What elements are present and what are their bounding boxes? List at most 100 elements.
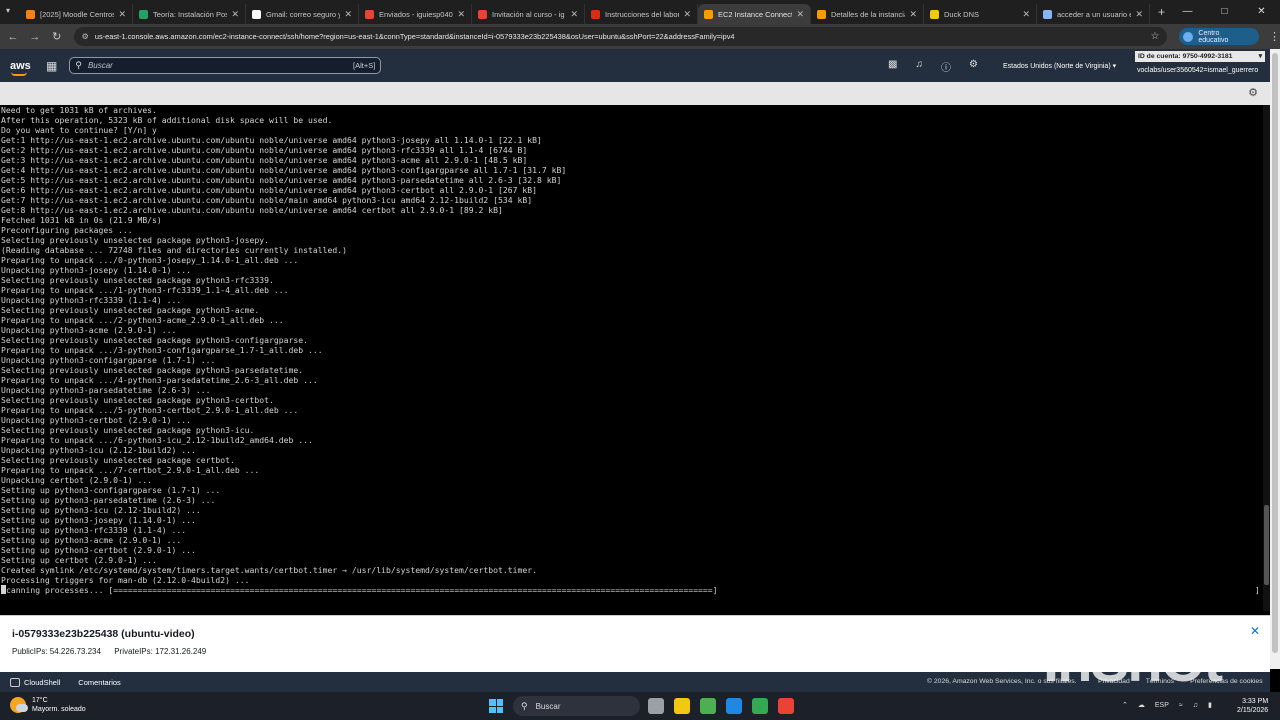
tab-close-icon[interactable]: ✕ [796,9,804,20]
account-id-badge[interactable]: ID de cuenta: 9750-4992-3181 ▾ [1135,51,1265,62]
feedback-button[interactable]: Comentarios [78,678,121,687]
terminal-line: Preparing to unpack .../5-python3-certbo… [1,405,299,415]
terminal-line: Get:5 http://us-east-1.ec2.archive.ubunt… [1,175,562,185]
tab-close-icon[interactable]: ✕ [231,9,239,20]
start-button[interactable] [489,699,503,713]
user-menu[interactable]: voclabs/user3560542=ismael_guerrero [1137,67,1258,74]
browser-tab[interactable]: Instrucciones del labor ✕ [585,4,698,24]
tab-close-icon[interactable]: ✕ [344,9,352,20]
browser-tab[interactable]: EC2 Instance Connect | ✕ [698,4,811,24]
terminal-line: Unpacking python3-certbot (2.9.0-1) ... [1,415,192,425]
terminal-line: Selecting previously unselected package … [1,365,304,375]
services-grid-icon[interactable]: ▦ [46,59,57,73]
profile-button[interactable]: Centro educativo [1179,28,1259,45]
weather-widget[interactable]: 17°C Mayorm. soleado [10,696,86,714]
instance-ips: PublicIPs: 54.226.73.234 PrivateIPs: 172… [12,647,206,656]
taskbar-app-icon[interactable] [674,698,690,714]
new-tab-button[interactable]: + [1158,5,1165,19]
tab-close-icon[interactable]: ✕ [1135,9,1143,20]
aws-search-input[interactable]: ⚲ Buscar [Alt+S] [69,57,382,74]
taskbar-app-icon[interactable] [752,698,768,714]
terminal-line: Do you want to continue? [Y/n] y [1,125,157,135]
region-selector[interactable]: Estados Unidos (Norte de Virginia) ▾ [1003,62,1116,70]
terminal-line: Selecting previously unselected package … [1,335,308,345]
browser-tab[interactable]: [2025] Moodle Centros ✕ [20,4,133,24]
terminal-line: Setting up python3-icu (2.12-1build2) ..… [1,505,201,515]
browser-menu-icon[interactable]: ⋮ [1269,30,1280,43]
browser-tab[interactable]: acceder a un usuario e ✕ [1037,4,1150,24]
page-scroll-thumb[interactable] [1272,53,1278,653]
terminal-line: Get:6 http://us-east-1.ec2.archive.ubunt… [1,185,538,195]
maximize-icon[interactable]: □ [1206,0,1243,24]
tab-favicon-icon [139,9,148,19]
settings-gear-icon[interactable]: ⚙ [969,59,978,74]
forward-icon[interactable]: → [26,31,44,43]
terminal-scrollbar[interactable] [1263,105,1270,611]
reload-icon[interactable]: ↻ [48,30,66,43]
cloudshell-button[interactable]: CloudShell [24,678,60,687]
terminal-settings-icon[interactable]: ⚙ [1248,86,1258,99]
weather-description: Mayorm. soleado [32,706,86,713]
browser-tab[interactable]: Enviados - iguiesp040 ✕ [359,4,472,24]
browser-tab[interactable]: Duck DNS ✕ [924,4,1037,24]
language-indicator[interactable]: ESP [1155,702,1169,709]
tab-close-icon[interactable]: ✕ [1022,9,1030,20]
tab-close-icon[interactable]: ✕ [683,9,691,20]
page-scrollbar[interactable] [1270,49,1280,669]
search-shortcut: [Alt+S] [353,61,376,70]
terminal-line: Unpacking python3-configargparse (1.7-1)… [1,355,216,365]
terminal-line: Selecting previously unselected package … [1,305,260,315]
browser-tab[interactable]: Detalles de la instancia ✕ [811,4,924,24]
chevron-up-icon[interactable]: ⌃ [1122,701,1128,709]
wifi-icon[interactable]: ≈ [1179,702,1183,709]
close-icon[interactable]: ✕ [1250,624,1260,638]
tab-favicon-icon [478,9,487,19]
taskbar-clock[interactable]: 3:33 PM 2/15/2026 [1237,697,1268,715]
terminal-progress-line: canning processes... [==================… [0,585,1263,595]
terminal-scroll-thumb[interactable] [1264,505,1269,585]
taskbar-search-label: Buscar [535,701,561,711]
site-info-icon[interactable]: ⚙ [82,32,89,41]
tab-favicon-icon [591,9,600,19]
tab-label: Teoría: Instalación Post [153,9,228,19]
notifications-bell-icon[interactable]: ♫ [915,59,923,74]
help-icon[interactable]: ⓘ [941,59,951,74]
tab-search-icon[interactable]: ▾ [6,6,18,18]
browser-tab[interactable]: Gmail: correo seguro y ✕ [246,4,359,24]
aws-logo[interactable]: aws [10,60,32,76]
cloudshell-icon[interactable]: ▩ [888,59,897,74]
taskbar-app-icon[interactable] [648,698,664,714]
close-window-icon[interactable]: ✕ [1243,0,1280,24]
taskbar-search[interactable]: ⚲ Buscar [513,696,640,716]
tab-close-icon[interactable]: ✕ [909,9,917,20]
back-icon[interactable]: ← [4,31,22,43]
cloud-icon[interactable]: ☁ [1138,701,1145,709]
cloudshell-footer-icon[interactable] [10,677,20,687]
ssh-terminal[interactable]: Need to get 1031 kB of archives. After th… [0,105,1263,611]
terminal-line: Preparing to unpack .../1-python3-rfc333… [1,285,289,295]
profile-label: Centro educativo [1198,29,1229,44]
tab-close-icon[interactable]: ✕ [457,9,465,20]
tab-label: EC2 Instance Connect | [718,9,793,19]
terminal-line: Preparing to unpack .../3-python3-config… [1,345,323,355]
browser-tab[interactable]: Teoría: Instalación Post ✕ [133,4,246,24]
terminal-line: Get:1 http://us-east-1.ec2.archive.ubunt… [1,135,542,145]
taskbar-app-icon[interactable] [726,698,742,714]
url-text[interactable]: us-east-1.console.aws.amazon.com/ec2-ins… [95,32,1151,41]
url-bar[interactable]: ⚙ us-east-1.console.aws.amazon.com/ec2-i… [73,27,1168,46]
tab-label: [2025] Moodle Centros [40,9,115,19]
browser-tab[interactable]: Invitación al curso - ig ✕ [472,4,585,24]
bookmark-star-icon[interactable]: ☆ [1150,31,1159,42]
taskbar-app-icon[interactable] [778,698,794,714]
instance-title: i-0579333e23b225438 (ubuntu-video) [12,628,195,640]
tab-close-icon[interactable]: ✕ [118,9,126,20]
terminal-line: Get:2 http://us-east-1.ec2.archive.ubunt… [1,145,528,155]
terminal-line: Fetched 1031 kB in 0s (21.9 MB/s) [1,215,162,225]
terminal-line: Setting up python3-josepy (1.14.0-1) ... [1,515,196,525]
tab-close-icon[interactable]: ✕ [570,9,578,20]
volume-icon[interactable]: ♫ [1193,702,1198,709]
minimize-icon[interactable]: — [1169,0,1206,24]
taskbar-app-icon[interactable] [700,698,716,714]
terminal-line: Unpacking python3-rfc3339 (1.1-4) ... [1,295,182,305]
battery-icon[interactable]: ▮ [1208,701,1212,709]
